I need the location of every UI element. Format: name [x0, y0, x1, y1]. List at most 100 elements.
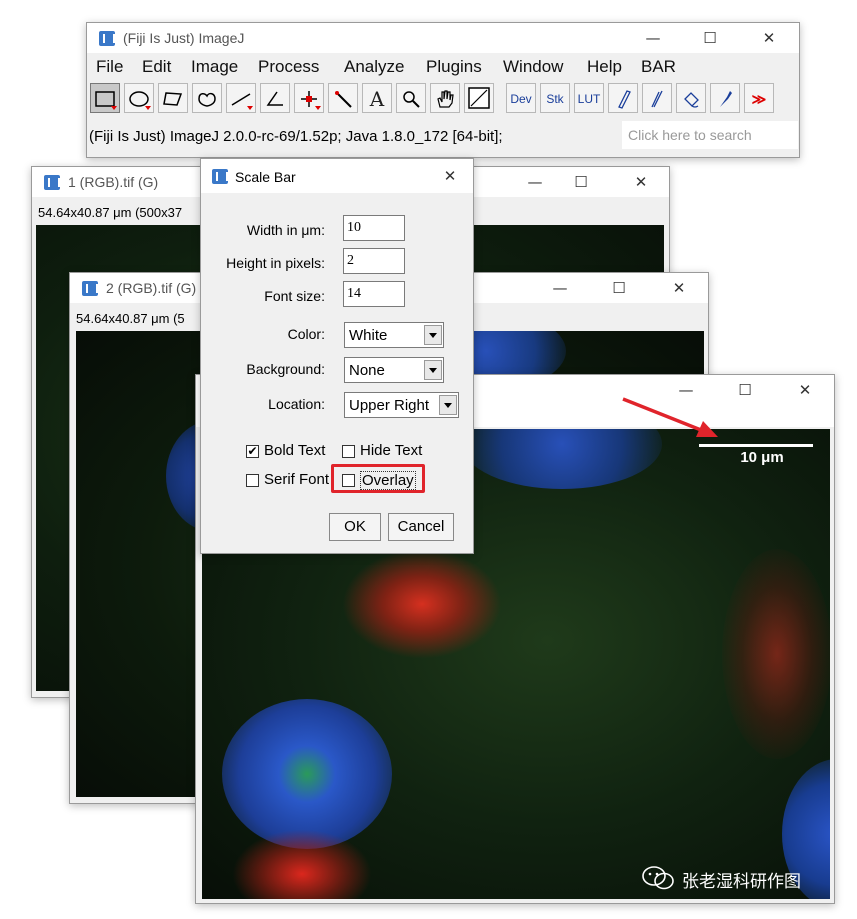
image-info: 54.64x40.87 μm (5 [76, 311, 185, 326]
text-tool[interactable]: A [362, 83, 392, 113]
line-tool[interactable] [226, 83, 256, 113]
font-size-label: Font size: [264, 288, 325, 304]
minimize-button[interactable]: — [663, 375, 709, 405]
hand-icon [437, 90, 454, 108]
scale-bar [699, 444, 813, 447]
freehand-icon [198, 92, 216, 107]
maximize-button[interactable]: ☐ [596, 273, 642, 303]
height-field[interactable] [343, 248, 405, 274]
ok-button[interactable]: OK [329, 513, 381, 541]
menu-plugins[interactable]: Plugins [426, 57, 482, 77]
font-size-field[interactable] [343, 281, 405, 307]
window-title: 1 (RGB).tif (G) [68, 174, 159, 190]
menu-bar: File Edit Image Process Analyze Plugins … [87, 53, 799, 79]
width-label: Width in μm: [246, 222, 325, 238]
actin-filament [722, 549, 830, 759]
dialog-titlebar[interactable]: Scale Bar ✕ [201, 159, 473, 193]
background-label: Background: [246, 361, 325, 377]
imagej-titlebar[interactable]: (Fiji Is Just) ImageJ — ☐ ✕ [87, 23, 799, 53]
close-button[interactable]: ✕ [427, 161, 473, 191]
brush-icon [651, 90, 663, 108]
width-field[interactable] [343, 215, 405, 241]
scale-bar-dialog[interactable]: Scale Bar ✕ Width in μm: Height in pixel… [200, 158, 474, 554]
minimize-button[interactable]: — [512, 167, 558, 197]
polygon-icon [163, 92, 183, 106]
angle-icon [266, 91, 283, 106]
chevron-down-icon [424, 325, 442, 345]
search-input[interactable]: Click here to search [622, 121, 798, 149]
line-icon [231, 93, 251, 106]
fiji-icon [99, 31, 115, 46]
rectangle-tool[interactable] [90, 83, 120, 113]
wand-icon [335, 91, 352, 108]
brush-tool[interactable] [642, 83, 672, 113]
flood-fill-tool[interactable] [676, 83, 706, 113]
scroll-tool[interactable] [430, 83, 460, 113]
hide-text-checkbox[interactable] [342, 445, 355, 458]
maximize-button[interactable]: ☐ [722, 375, 768, 405]
minimize-button[interactable]: — [537, 273, 583, 303]
close-button[interactable]: ✕ [618, 167, 664, 197]
lut-tool[interactable]: LUT [574, 83, 604, 113]
image-info: 54.64x40.87 μm (500x37 [38, 205, 183, 220]
wechat-icon [642, 866, 674, 890]
height-label: Height in pixels: [226, 255, 325, 271]
maximize-button[interactable]: ☐ [687, 23, 733, 53]
hide-text-label: Hide Text [360, 442, 423, 459]
bold-text-checkbox[interactable]: ✔ [246, 445, 259, 458]
menu-bar-plugin[interactable]: BAR [641, 57, 676, 77]
overlay-label: Overlay [360, 471, 416, 490]
menu-edit[interactable]: Edit [142, 57, 171, 77]
imagej-main-window[interactable]: (Fiji Is Just) ImageJ — ☐ ✕ File Edit Im… [86, 22, 800, 158]
cancel-button[interactable]: Cancel [388, 513, 454, 541]
smudge-tool[interactable] [710, 83, 740, 113]
chevron-down-icon [424, 360, 442, 380]
more-tools-button[interactable]: ≫ [744, 83, 774, 113]
point-tool[interactable] [294, 83, 324, 113]
oval-tool[interactable] [124, 83, 154, 113]
menu-image[interactable]: Image [191, 57, 238, 77]
color-picker-tool[interactable] [464, 83, 494, 113]
freehand-tool[interactable] [192, 83, 222, 113]
chevron-down-icon [439, 395, 457, 415]
menu-help[interactable]: Help [587, 57, 622, 77]
dialog-title: Scale Bar [235, 169, 296, 185]
actin-filament [342, 549, 502, 659]
location-label: Location: [268, 396, 325, 412]
stk-tool[interactable]: Stk [540, 83, 570, 113]
oval-icon [129, 91, 149, 107]
magnifier-icon [403, 91, 420, 108]
color-picker-icon [468, 87, 490, 109]
paint-bucket-icon [684, 92, 699, 108]
close-button[interactable]: ✕ [656, 273, 702, 303]
toolbar: A Dev Stk LUT ≫ [87, 81, 799, 117]
serif-font-label: Serif Font [264, 471, 330, 488]
background-select[interactable]: None [344, 357, 444, 383]
maximize-button[interactable]: ☐ [558, 167, 604, 197]
actin-filament [232, 829, 372, 899]
serif-font-checkbox[interactable] [246, 474, 259, 487]
menu-process[interactable]: Process [258, 57, 319, 77]
minimize-button[interactable]: — [630, 23, 676, 53]
pencil-tool[interactable] [608, 83, 638, 113]
location-select[interactable]: Upper Right [344, 392, 459, 418]
location-value: Upper Right [349, 397, 430, 414]
menu-analyze[interactable]: Analyze [344, 57, 404, 77]
wand-tool[interactable] [328, 83, 358, 113]
fiji-icon [212, 169, 228, 184]
overlay-checkbox[interactable] [342, 474, 355, 487]
close-button[interactable]: ✕ [782, 375, 828, 405]
nucleus [462, 429, 662, 489]
color-label: Color: [287, 326, 325, 342]
dev-tool[interactable]: Dev [506, 83, 536, 113]
polygon-tool[interactable] [158, 83, 188, 113]
menu-window[interactable]: Window [503, 57, 563, 77]
watermark: 张老湿科研作图 [642, 865, 830, 892]
magnifier-tool[interactable] [396, 83, 426, 113]
watermark-text: 张老湿科研作图 [682, 872, 801, 892]
menu-file[interactable]: File [96, 57, 123, 77]
close-button[interactable]: ✕ [746, 23, 792, 53]
nucleus [222, 699, 392, 849]
angle-tool[interactable] [260, 83, 290, 113]
color-select[interactable]: White [344, 322, 444, 348]
